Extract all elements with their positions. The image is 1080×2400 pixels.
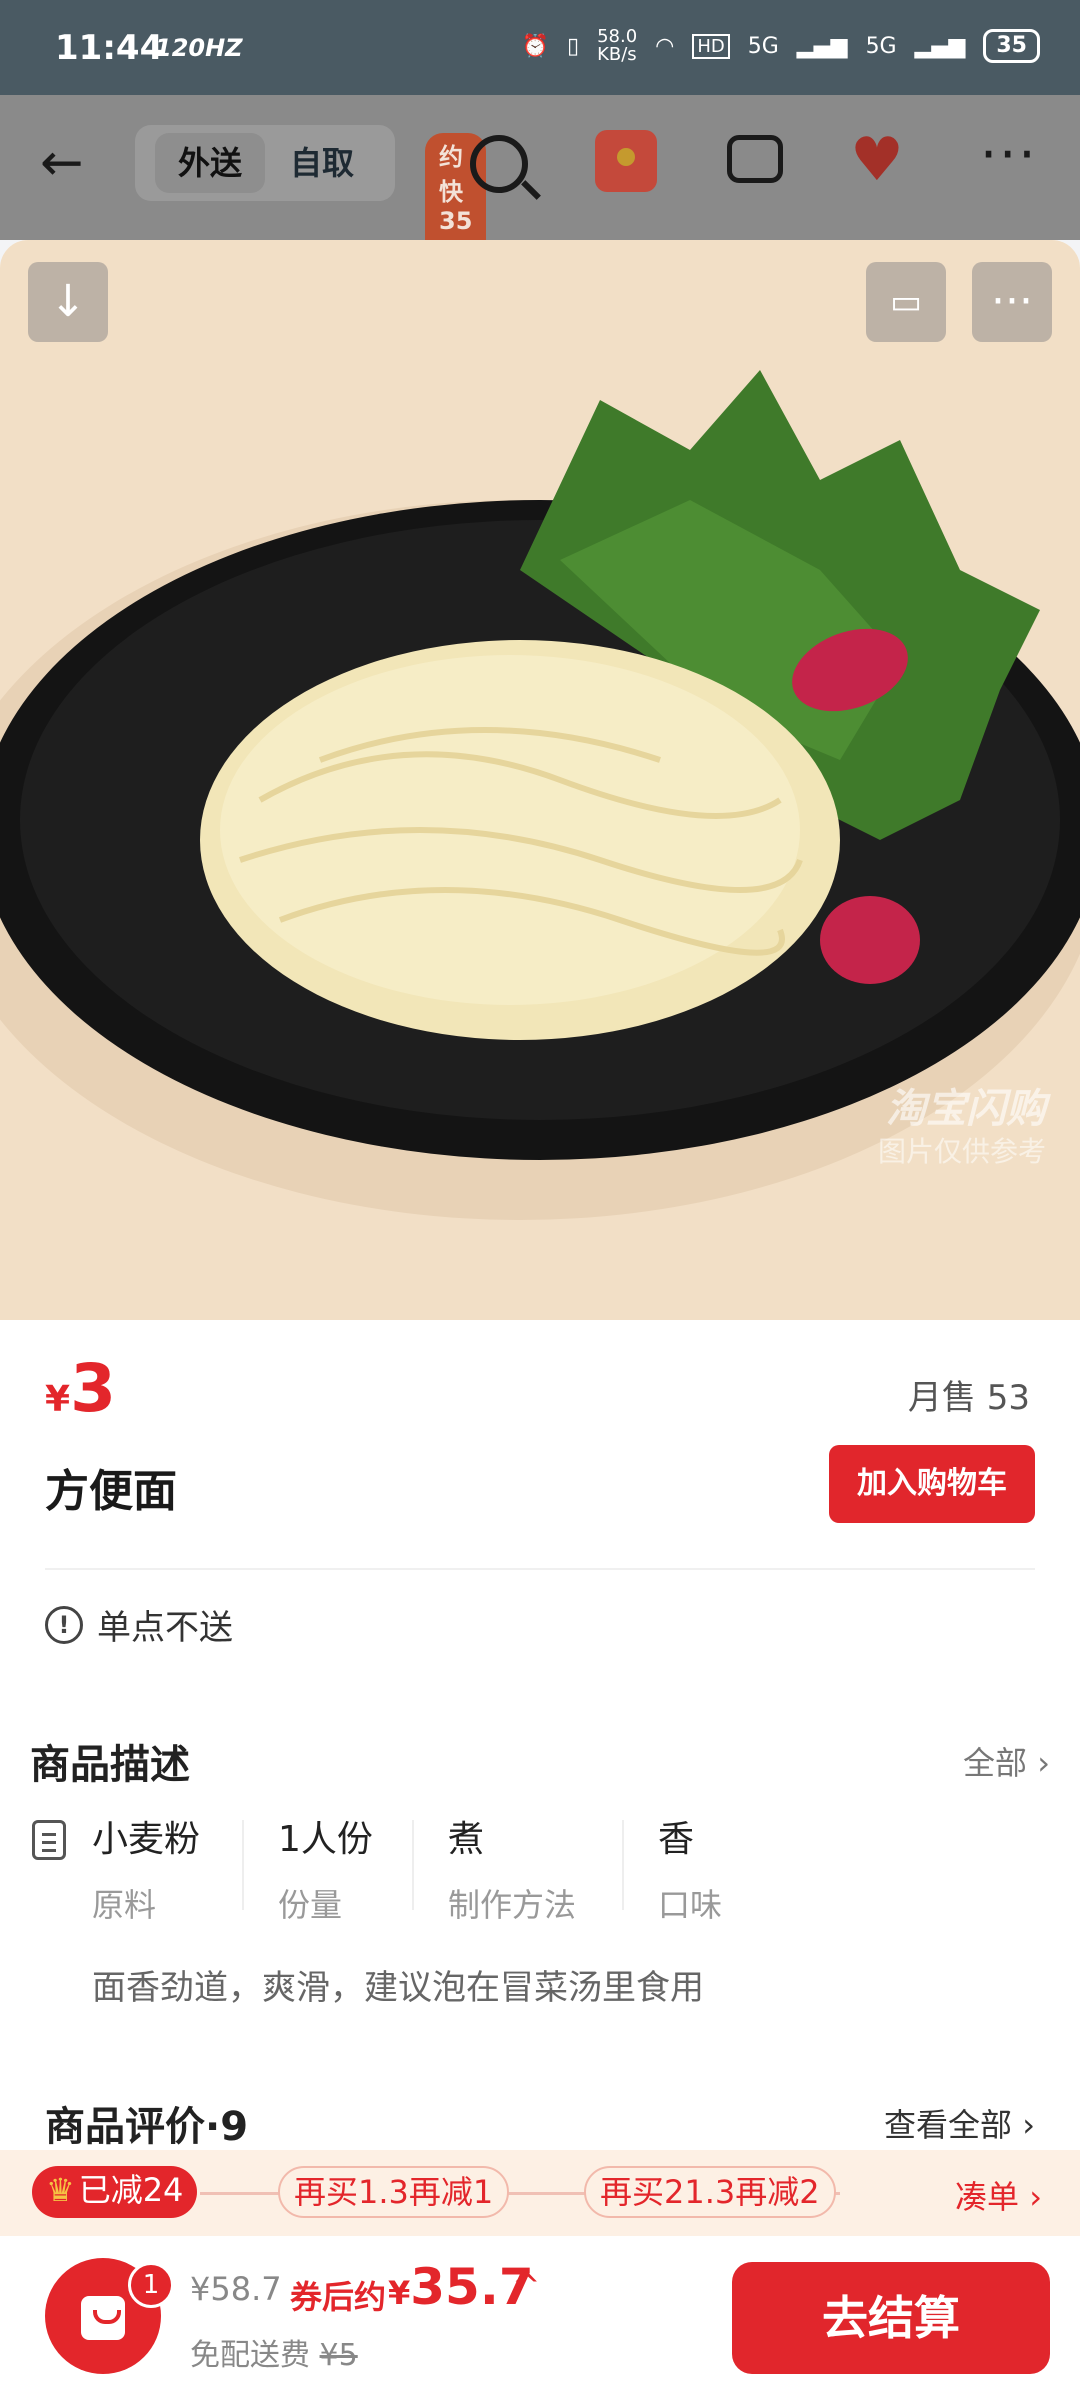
vibrate-icon: ▯	[566, 33, 580, 59]
discount-applied-text: 已减24	[78, 2171, 184, 2209]
attribute-portion: 1人份 份量	[278, 1810, 373, 1926]
discount-applied-chip: ♛ 已减24	[32, 2166, 198, 2218]
more-dots-icon[interactable]: ···	[972, 262, 1052, 342]
delivery-mode-tabs: 外送 自取 约快35分钟	[135, 125, 487, 309]
search-icon[interactable]	[470, 135, 528, 193]
message-icon[interactable]	[727, 135, 783, 183]
attribute-ingredient: 小麦粉 原料	[92, 1810, 200, 1926]
status-icons: ⏰ ▯ 58.0 KB/s ◠ HD 5G ▂▄▆ 5G ▂▄▆ 35	[522, 28, 1040, 64]
crown-icon: ♛	[46, 2171, 75, 2209]
signal-icon-1: ▂▄▆	[796, 33, 848, 59]
attribute-key: 原料	[92, 1886, 157, 1924]
status-time: 11:44	[55, 28, 164, 68]
delivery-fee-original: ¥5	[319, 2338, 358, 2373]
back-arrow-icon[interactable]: ←	[40, 133, 84, 193]
red-packet-icon[interactable]	[595, 130, 657, 192]
tab-delivery[interactable]: 外送	[155, 133, 265, 193]
checkout-button[interactable]: 去结算	[732, 2262, 1050, 2374]
delivery-fee: 免配送费 ¥5	[190, 2330, 358, 2374]
watermark-brand: 淘宝闪购	[886, 1086, 1046, 1132]
delivery-fee-label: 免配送费	[190, 2338, 310, 2373]
tab-pickup[interactable]: 自取	[290, 133, 354, 193]
cart-bar: 1 ¥58.7 券后约 ¥35.7 ^ 免配送费 ¥5 去结算	[0, 2236, 1080, 2400]
attribute-value: 1人份	[278, 1819, 373, 1860]
attribute-separator	[622, 1820, 624, 1910]
attribute-key: 制作方法	[448, 1886, 577, 1924]
wifi-icon: ◠	[655, 33, 675, 59]
cart-original-price: ¥58.7	[190, 2270, 282, 2308]
collapse-down-arrow-icon[interactable]: ↓	[28, 262, 108, 342]
watermark-note: 图片仅供参考	[877, 1135, 1046, 1168]
shopping-bag-icon	[81, 2296, 125, 2340]
product-detail-sheet: 淘宝闪购 图片仅供参考 ↓ ▭ ··· ¥3 月售 53 方便面 加入购物车 !…	[0, 240, 1080, 2150]
product-photo: 淘宝闪购 图片仅供参考 ↓ ▭ ···	[0, 240, 1080, 1320]
add-to-cart-button[interactable]: 加入购物车	[829, 1445, 1035, 1523]
after-coupon-currency: ¥	[388, 2274, 411, 2312]
attribute-flavor: 香 口味	[658, 1810, 722, 1926]
product-description-section: 商品描述 全部 › 小麦粉 原料 1人份 份量 煮 制作方法 香 口味 面香劲道…	[0, 1700, 1080, 2045]
delivery-notice: ! 单点不送	[45, 1600, 233, 1649]
signal-icon-2: ▂▄▆	[914, 33, 966, 59]
product-price: ¥3	[45, 1350, 116, 1427]
more-options-icon[interactable]: ···	[980, 123, 1038, 186]
chevron-up-icon[interactable]: ^	[512, 2266, 541, 2306]
attribute-value: 小麦粉	[92, 1819, 201, 1860]
attribute-separator	[412, 1820, 414, 1910]
status-bar: 11:44 120HZ ⏰ ▯ 58.0 KB/s ◠ HD 5G ▂▄▆ 5G…	[0, 0, 1080, 95]
description-all-link[interactable]: 全部 ›	[963, 1738, 1050, 1784]
description-text: 面香劲道，爽滑，建议泡在冒菜汤里食用	[92, 1968, 704, 2008]
net-speed: 58.0 KB/s	[597, 26, 638, 65]
monthly-sales: 月售 53	[907, 1378, 1030, 1418]
refresh-rate: 120HZ	[155, 34, 243, 62]
exclamation-info-icon: !	[45, 1605, 83, 1644]
description-title: 商品描述	[30, 1742, 190, 1788]
product-name: 方便面	[45, 1466, 177, 1517]
add-more-label: 凑单	[955, 2178, 1020, 2216]
price-value: 3	[70, 1350, 116, 1427]
product-info: ¥3 月售 53 方便面 加入购物车 ! 单点不送	[0, 1320, 1080, 1760]
cart-count-badge: 1	[128, 2262, 174, 2308]
price-currency: ¥	[45, 1379, 71, 1420]
attribute-key: 份量	[278, 1886, 343, 1924]
signal-label-1: 5G	[747, 33, 779, 59]
divider	[45, 1568, 1035, 1570]
reviews-view-all-label: 查看全部	[884, 2106, 1013, 2144]
attribute-key: 口味	[658, 1886, 723, 1924]
reviews-section: 商品评价·9 查看全部 ›	[0, 2060, 1080, 2150]
attribute-value: 煮	[448, 1819, 485, 1860]
add-more-items-link[interactable]: 凑单 ›	[955, 2172, 1042, 2218]
battery-indicator: 35	[983, 29, 1040, 63]
next-discount-chip-1: 再买1.3再减1	[278, 2166, 510, 2218]
chat-bubble-icon[interactable]: ▭	[866, 262, 946, 342]
document-icon	[32, 1820, 66, 1860]
favorite-heart-icon[interactable]: ♥	[850, 125, 904, 195]
after-coupon-label: 券后约	[290, 2278, 387, 2316]
notice-text: 单点不送	[97, 1608, 233, 1648]
description-all-label: 全部	[963, 1744, 1028, 1782]
reviews-title: 商品评价·9	[45, 2104, 249, 2150]
next-discount-chip-2: 再买21.3再减2	[584, 2166, 836, 2218]
hd-label: HD	[692, 33, 730, 59]
attribute-value: 香	[658, 1819, 695, 1860]
signal-label-2: 5G	[865, 33, 897, 59]
alarm-icon: ⏰	[521, 33, 549, 59]
reviews-view-all-link[interactable]: 查看全部 ›	[884, 2100, 1035, 2146]
attribute-separator	[242, 1820, 244, 1910]
attribute-method: 煮 制作方法	[448, 1810, 576, 1926]
store-header: ← 外送 自取 约快35分钟 ♥ ···	[0, 95, 1080, 309]
discount-progress-bar: ♛ 已减24 再买1.3再减1 再买21.3再减2 凑单 ›	[0, 2150, 1080, 2236]
